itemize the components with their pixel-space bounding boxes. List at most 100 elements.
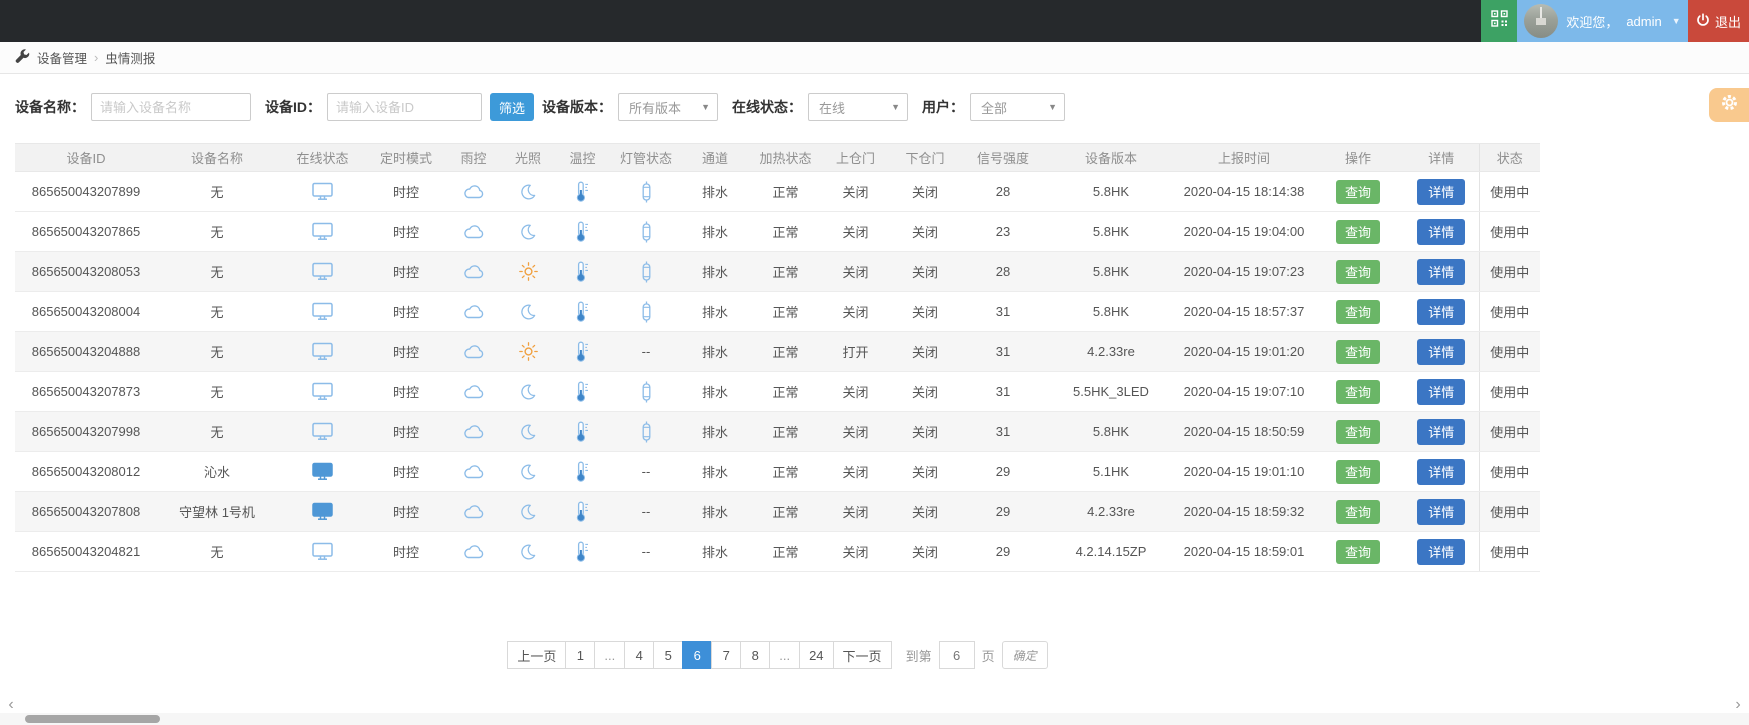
moon-icon (519, 383, 537, 399)
moon-icon (519, 423, 537, 439)
filter-button[interactable]: 筛选 (490, 93, 534, 121)
detail-button[interactable]: 详情 (1417, 338, 1466, 365)
cell-signal-strength: 31 (960, 291, 1046, 332)
scroll-left-arrow[interactable]: ‹ (4, 696, 18, 714)
cell-device-version: 5.8HK (1046, 251, 1176, 292)
settings-button[interactable] (1709, 88, 1749, 122)
query-button[interactable]: 查询 (1336, 459, 1380, 484)
cell-lower-door: 关闭 (890, 451, 960, 492)
goto-page-input[interactable] (938, 641, 975, 669)
table-row: 865650043207873 无时控 排水 正常 关闭 关闭 31 5.5HK_3LED 20… (15, 371, 1540, 412)
query-button[interactable]: 查询 (1336, 219, 1380, 244)
cell-action: 查询 (1312, 331, 1404, 372)
detail-button[interactable]: 详情 (1417, 378, 1466, 405)
detail-button[interactable]: 详情 (1417, 258, 1466, 285)
detail-button[interactable]: 详情 (1417, 458, 1466, 485)
user-menu[interactable]: 欢迎您， admin ▼ (1517, 0, 1688, 42)
cell-report-time: 2020-04-15 19:07:23 (1176, 251, 1312, 292)
qr-code-button[interactable] (1481, 0, 1517, 42)
table-row: 865650043204888 无 时控 -- 排水 正常 打开 关闭 31 4.2.33re 20… (15, 331, 1540, 372)
page-button[interactable]: 8 (740, 641, 771, 669)
user-select[interactable]: 全部 ▼ (970, 93, 1065, 121)
horizontal-scrollbar-thumb[interactable] (25, 715, 160, 723)
cell-detail: 详情 (1404, 331, 1479, 372)
breadcrumb-item-device-management[interactable]: 设备管理 (37, 48, 87, 67)
detail-button[interactable]: 详情 (1417, 218, 1466, 245)
detail-button[interactable]: 详情 (1417, 418, 1466, 445)
cell-rain-control (444, 411, 503, 452)
next-page-button[interactable]: 下一页 (832, 641, 892, 669)
cell-light-control (503, 491, 553, 532)
sun-icon (518, 262, 538, 281)
page-button[interactable]: 24 (799, 641, 834, 669)
cell-device-name: 无 (157, 331, 277, 372)
cell-light-control (503, 411, 553, 452)
column-header: 加热状态 (750, 143, 821, 172)
moon-icon (519, 543, 537, 559)
cell-detail: 详情 (1404, 251, 1479, 292)
cell-lower-door: 关闭 (890, 531, 960, 572)
query-button[interactable]: 查询 (1336, 379, 1380, 404)
page-button[interactable]: 4 (624, 641, 655, 669)
username: admin (1626, 13, 1662, 29)
prev-page-button[interactable]: 上一页 (507, 641, 567, 669)
cell-upper-door: 关闭 (821, 491, 890, 532)
cell-heating-status: 正常 (750, 331, 821, 372)
version-select[interactable]: 所有版本 ▼ (618, 93, 718, 121)
cell-channel: 排水 (680, 411, 750, 452)
scroll-right-arrow[interactable]: › (1731, 696, 1745, 714)
cell-temp-control (553, 211, 612, 252)
cell-action: 查询 (1312, 411, 1404, 452)
table-row: 865650043208004 无时控 排水 正常 关闭 关闭 31 5.8HK 2020-04… (15, 291, 1540, 332)
cell-action: 查询 (1312, 211, 1404, 252)
horizontal-scrollbar-track[interactable] (0, 713, 1749, 725)
cell-lamp-status (612, 251, 680, 292)
detail-button[interactable]: 详情 (1417, 298, 1466, 325)
query-button[interactable]: 查询 (1336, 419, 1380, 444)
cell-device-name: 无 (157, 531, 277, 572)
query-button[interactable]: 查询 (1336, 339, 1380, 364)
cell-channel: 排水 (680, 331, 750, 372)
query-button[interactable]: 查询 (1336, 299, 1380, 324)
page-button[interactable]: 6 (682, 641, 713, 669)
page-button[interactable]: 5 (653, 641, 684, 669)
device-name-input[interactable] (91, 93, 251, 121)
cell-channel: 排水 (680, 211, 750, 252)
cell-device-version: 5.5HK_3LED (1046, 371, 1176, 412)
cell-lower-door: 关闭 (890, 331, 960, 372)
cell-rain-control (444, 491, 503, 532)
cell-upper-door: 关闭 (821, 451, 890, 492)
cell-timer-mode: 时控 (368, 491, 444, 532)
column-header: 定时模式 (368, 143, 444, 172)
query-button[interactable]: 查询 (1336, 499, 1380, 524)
query-button[interactable]: 查询 (1336, 259, 1380, 284)
cell-report-time: 2020-04-15 18:57:37 (1176, 291, 1312, 332)
detail-button[interactable]: 详情 (1417, 538, 1466, 565)
column-header: 信号强度 (960, 143, 1046, 172)
cell-signal-strength: 31 (960, 331, 1046, 372)
gear-icon (1720, 93, 1739, 117)
cell-upper-door: 关闭 (821, 251, 890, 292)
cell-heating-status: 正常 (750, 211, 821, 252)
chevron-down-icon: ▼ (701, 102, 710, 112)
goto-confirm-button[interactable]: 确定 (1001, 641, 1048, 669)
page-button[interactable]: 1 (565, 641, 596, 669)
cell-online-status (277, 491, 368, 532)
cell-heating-status: 正常 (750, 291, 821, 332)
cell-device-id: 865650043208012 (15, 451, 157, 492)
cell-upper-door: 关闭 (821, 171, 890, 212)
online-status-select[interactable]: 在线 ▼ (808, 93, 908, 121)
cell-temp-control (553, 531, 612, 572)
cell-report-time: 2020-04-15 18:50:59 (1176, 411, 1312, 452)
cell-temp-control (553, 371, 612, 412)
column-header: 操作 (1312, 143, 1404, 172)
page-button[interactable]: 7 (711, 641, 742, 669)
device-id-input[interactable] (327, 93, 482, 121)
detail-button[interactable]: 详情 (1417, 178, 1466, 205)
cell-light-control (503, 331, 553, 372)
detail-button[interactable]: 详情 (1417, 498, 1466, 525)
lamp-tube-icon (640, 421, 653, 442)
logout-button[interactable]: 退出 (1688, 0, 1749, 42)
query-button[interactable]: 查询 (1336, 179, 1380, 204)
query-button[interactable]: 查询 (1336, 539, 1380, 564)
